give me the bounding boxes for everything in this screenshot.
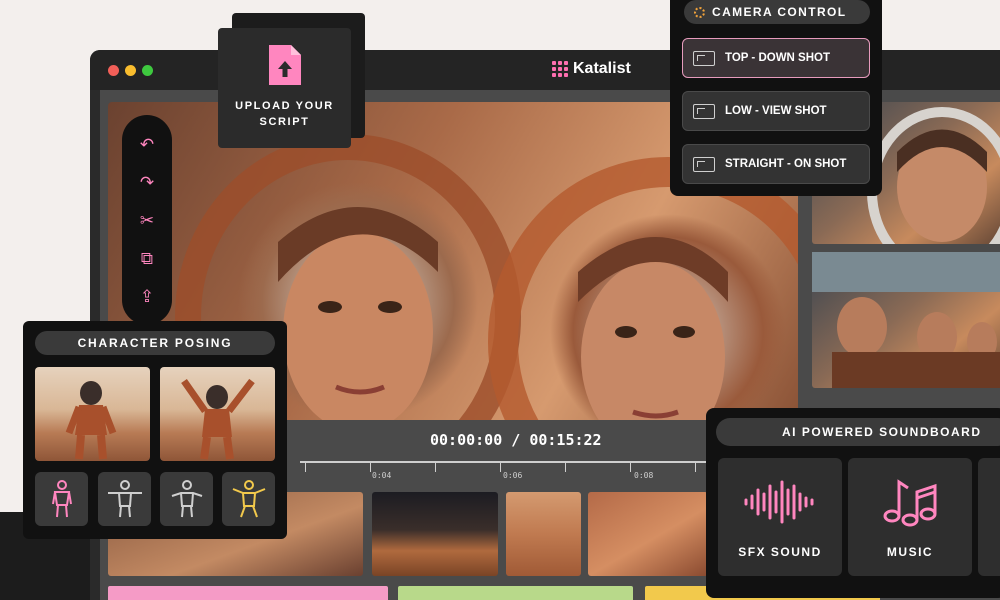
- soundboard-title: AI POWERED SOUNDBOARD: [716, 418, 1000, 446]
- timeline-clip[interactable]: [588, 492, 708, 576]
- shot-thumbnail[interactable]: [812, 252, 1000, 388]
- edit-toolbar: ↶ ↷ ✂ ⧉ ⇪: [122, 115, 172, 325]
- character-posing-title: CHARACTER POSING: [35, 331, 275, 355]
- duplicate-icon[interactable]: ⧉: [137, 249, 157, 269]
- sfx-sound-button[interactable]: SFX SOUND: [718, 458, 842, 576]
- timecode: 00:00:00 / 00:15:22: [430, 431, 602, 449]
- low-view-shot-button[interactable]: LOW - VIEW SHOT: [682, 91, 870, 131]
- sfx-sound-label: SFX SOUND: [738, 545, 822, 559]
- pose-arms-out-button[interactable]: [160, 472, 213, 526]
- window-controls: [108, 65, 153, 76]
- audio-track[interactable]: [398, 586, 633, 600]
- brand-name: Katalist: [573, 60, 631, 77]
- maximize-window-button[interactable]: [142, 65, 153, 76]
- pose-arms-out-icon: [171, 480, 202, 518]
- close-window-button[interactable]: [108, 65, 119, 76]
- katalist-logo-icon: [552, 61, 568, 77]
- tick-label: 0:04: [372, 471, 392, 480]
- straight-on-shot-button[interactable]: STRAIGHT - ON SHOT: [682, 144, 870, 184]
- pose-standing-icon: [51, 480, 72, 518]
- undo-icon[interactable]: ↶: [137, 135, 157, 155]
- music-button[interactable]: MUSIC: [848, 458, 972, 576]
- tick-label: 0:08: [634, 471, 654, 480]
- camera-option-label: LOW - VIEW SHOT: [725, 105, 827, 117]
- timeline-clip[interactable]: [506, 492, 581, 576]
- top-down-shot-button[interactable]: TOP - DOWN SHOT: [682, 38, 870, 78]
- brand-logo: Katalist: [552, 60, 631, 78]
- frame-icon: [693, 103, 715, 119]
- music-notes-icon: [883, 479, 937, 527]
- camera-option-label: TOP - DOWN SHOT: [725, 52, 830, 64]
- character-posing-panel: CHARACTER POSING: [23, 321, 287, 539]
- frame-icon: [693, 156, 715, 172]
- redo-icon[interactable]: ↷: [137, 173, 157, 193]
- scissors-icon[interactable]: ✂: [137, 211, 157, 231]
- audio-track[interactable]: [108, 586, 388, 600]
- minimize-window-button[interactable]: [125, 65, 136, 76]
- more-sounds-button[interactable]: [978, 458, 1000, 576]
- timeline-clip[interactable]: [372, 492, 498, 576]
- pose-t-pose-icon: [107, 480, 142, 518]
- soundboard-panel: AI POWERED SOUNDBOARD SFX SOUND MUSIC: [706, 408, 1000, 598]
- pose-jumping-icon: [232, 480, 265, 518]
- pose-jumping-button[interactable]: [222, 472, 275, 526]
- file-upload-icon: [268, 45, 301, 85]
- sound-wave-icon: [744, 480, 814, 524]
- upload-script-label: UPLOAD YOUR SCRIPT: [235, 100, 334, 128]
- upload-icon[interactable]: ⇪: [137, 287, 157, 307]
- camera-option-label: STRAIGHT - ON SHOT: [725, 158, 847, 170]
- pose-preview-arms-up[interactable]: [160, 367, 275, 461]
- pose-standing-button[interactable]: [35, 472, 88, 526]
- upload-script-button[interactable]: UPLOAD YOUR SCRIPT: [218, 28, 351, 148]
- camera-ring-icon: [694, 6, 705, 18]
- pose-t-pose-button[interactable]: [98, 472, 151, 526]
- pose-preview-standing[interactable]: [35, 367, 150, 461]
- camera-control-title: CAMERA CONTROL: [712, 5, 847, 19]
- tick-label: 0:06: [503, 471, 523, 480]
- frame-icon: [693, 50, 715, 66]
- music-label: MUSIC: [886, 545, 934, 559]
- camera-control-header: CAMERA CONTROL: [684, 0, 870, 24]
- camera-control-panel: CAMERA CONTROL TOP - DOWN SHOT LOW - VIE…: [670, 0, 882, 196]
